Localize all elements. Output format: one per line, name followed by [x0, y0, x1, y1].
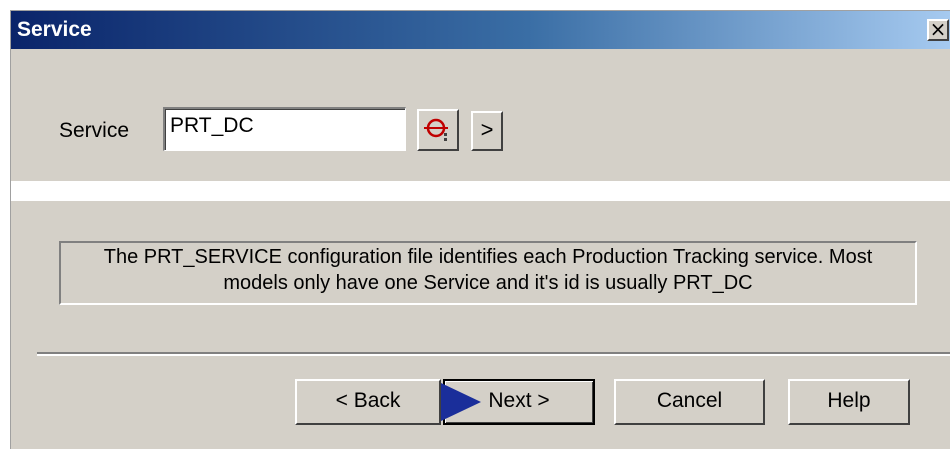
service-dialog: Service × Service PRT_DC > The PRT_SERVI… [10, 10, 950, 449]
play-arrow-icon [441, 383, 481, 421]
info-text-line-1: The PRT_SERVICE configuration file ident… [103, 246, 873, 268]
service-label: Service [59, 119, 130, 142]
close-icon: × [929, 17, 947, 41]
window-title: Service [17, 18, 92, 41]
divider-band [11, 181, 950, 201]
help-button[interactable]: Help [788, 379, 910, 425]
close-button[interactable]: × [927, 19, 949, 41]
service-input[interactable]: PRT_DC [163, 107, 406, 151]
info-panel: The PRT_SERVICE configuration file ident… [59, 241, 917, 305]
lookup-button[interactable] [417, 109, 459, 151]
separator [37, 352, 950, 356]
navigate-arrow-button[interactable]: > [471, 111, 503, 151]
cancel-button[interactable]: Cancel [614, 379, 765, 425]
info-text-line-2: models only have one Service and it's id… [223, 272, 753, 294]
back-button[interactable]: < Back [295, 379, 441, 425]
search-lookup-icon [424, 118, 448, 141]
title-bar[interactable]: Service × [11, 11, 950, 49]
